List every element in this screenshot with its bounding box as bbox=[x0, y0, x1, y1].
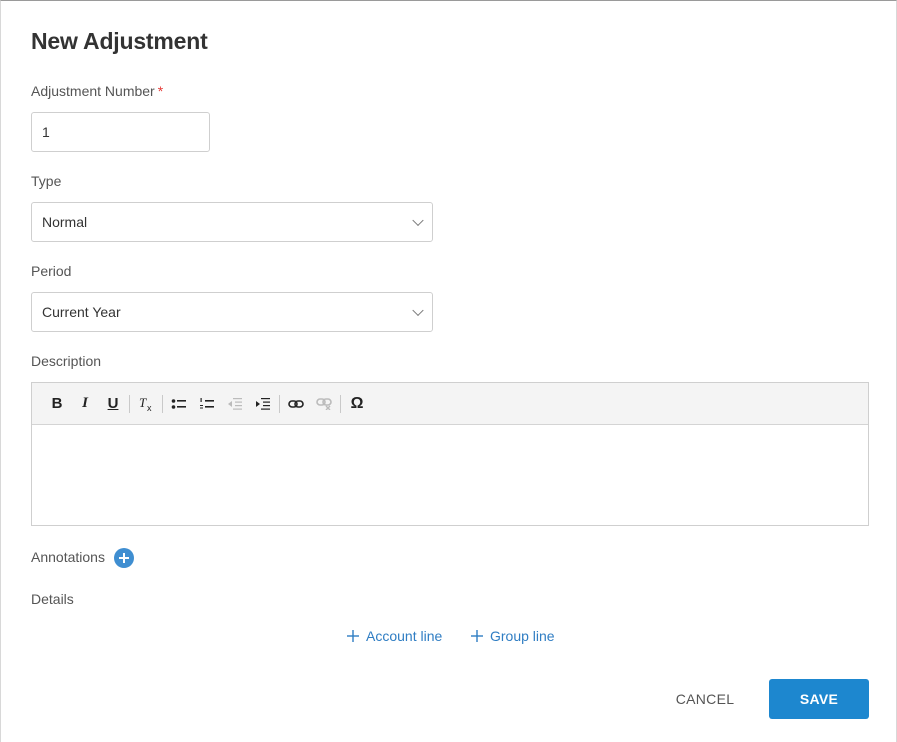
toolbar-separator bbox=[279, 394, 280, 413]
indent-button[interactable] bbox=[249, 390, 277, 418]
group-line-label: Group line bbox=[490, 628, 555, 644]
editor-toolbar: B I U T x Ω bbox=[32, 383, 868, 425]
details-label: Details bbox=[31, 591, 74, 607]
add-group-line-link[interactable]: Group line bbox=[471, 628, 555, 644]
required-mark: * bbox=[157, 83, 164, 99]
bulleted-list-icon bbox=[171, 398, 186, 409]
adjustment-number-label-text: Adjustment Number bbox=[31, 83, 155, 99]
add-account-line-link[interactable]: Account line bbox=[347, 628, 442, 644]
svg-text:x: x bbox=[147, 403, 152, 412]
adjustment-number-input[interactable]: 1 bbox=[31, 112, 210, 152]
toolbar-separator bbox=[129, 394, 130, 413]
italic-button[interactable]: I bbox=[71, 390, 99, 418]
underline-button[interactable]: U bbox=[99, 390, 127, 418]
save-button[interactable]: SAVE bbox=[769, 679, 869, 719]
chevron-down-icon bbox=[412, 214, 424, 227]
outdent-icon bbox=[228, 397, 242, 410]
description-content-area[interactable] bbox=[32, 425, 868, 525]
description-label: Description bbox=[31, 353, 102, 369]
indent-icon bbox=[256, 397, 270, 410]
add-annotation-button[interactable] bbox=[114, 548, 134, 568]
bold-button[interactable]: B bbox=[43, 390, 71, 418]
svg-text:T: T bbox=[139, 396, 147, 410]
dialog-title: New Adjustment bbox=[31, 28, 208, 54]
description-editor: B I U T x Ω bbox=[31, 382, 869, 526]
account-line-label: Account line bbox=[366, 628, 443, 644]
toolbar-separator bbox=[162, 394, 163, 413]
adjustment-number-value: 1 bbox=[42, 124, 50, 140]
plus-circle-icon bbox=[119, 553, 129, 563]
remove-format-icon: T x bbox=[139, 396, 152, 412]
period-label: Period bbox=[31, 263, 72, 279]
unlink-button[interactable] bbox=[310, 390, 338, 418]
period-select[interactable]: Current Year bbox=[31, 292, 433, 332]
annotations-label: Annotations bbox=[31, 549, 105, 565]
type-value: Normal bbox=[42, 214, 88, 230]
link-button[interactable] bbox=[282, 390, 310, 418]
plus-icon bbox=[471, 630, 483, 642]
special-character-button[interactable]: Ω bbox=[343, 390, 371, 418]
remove-format-button[interactable]: T x bbox=[132, 390, 160, 418]
link-icon bbox=[288, 399, 304, 408]
toolbar-separator bbox=[340, 394, 341, 413]
outdent-button[interactable] bbox=[221, 390, 249, 418]
unlink-icon bbox=[316, 397, 332, 410]
bulleted-list-button[interactable] bbox=[165, 390, 193, 418]
type-label: Type bbox=[31, 173, 62, 189]
dialog: New Adjustment Adjustment Number * 1 Type… bbox=[0, 0, 897, 742]
adjustment-number-label: Adjustment Number * bbox=[31, 83, 163, 99]
numbered-list-icon bbox=[200, 397, 214, 408]
period-value: Current Year bbox=[42, 304, 121, 320]
chevron-down-icon bbox=[412, 304, 424, 317]
numbered-list-button[interactable] bbox=[193, 390, 221, 418]
plus-icon bbox=[347, 630, 359, 642]
cancel-button[interactable]: CANCEL bbox=[661, 680, 749, 718]
type-select[interactable]: Normal bbox=[31, 202, 433, 242]
